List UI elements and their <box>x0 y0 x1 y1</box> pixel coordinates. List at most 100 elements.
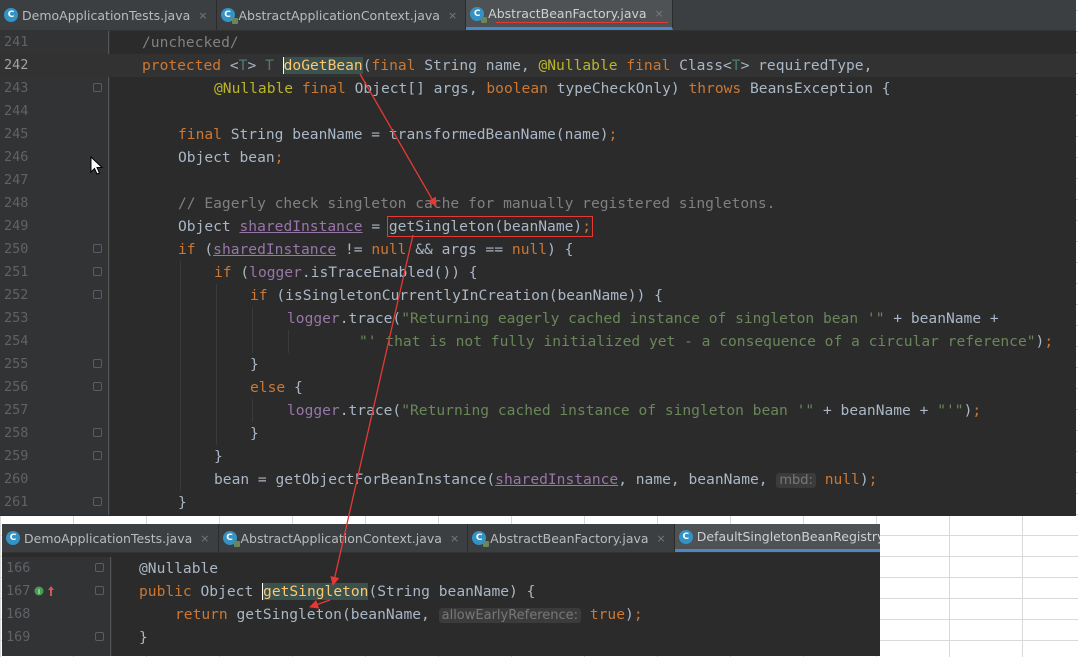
code-text: if (isSingletonCurrentlyInCreation(beanN… <box>250 287 663 304</box>
code-text: } <box>178 494 187 511</box>
line-number: 246 <box>4 149 29 165</box>
line-number: 248 <box>4 195 29 211</box>
line-number: 255 <box>4 356 29 372</box>
line-number: 251 <box>4 264 29 280</box>
code-line-254[interactable]: 254 "' that is not fully initialized yet… <box>0 330 1076 353</box>
code-line-242[interactable]: 242 protected <T> T doGetBean(final Stri… <box>0 54 1076 77</box>
tab-abstract-bean-factory[interactable]: C AbstractBeanFactory.java × <box>468 524 675 552</box>
tab-label: DemoApplicationTests.java <box>22 7 191 23</box>
close-icon[interactable]: × <box>655 7 664 20</box>
tab-label: DemoApplicationTests.java <box>24 530 193 546</box>
tab-abstract-application-context[interactable]: C AbstractApplicationContext.java × <box>219 524 469 552</box>
close-icon[interactable]: × <box>657 532 666 545</box>
code-text: } <box>250 356 259 373</box>
code-line-241[interactable]: 241 /unchecked/ <box>0 31 1076 54</box>
fold-marker-icon[interactable] <box>93 428 102 437</box>
fold-marker-icon[interactable] <box>93 83 102 92</box>
editor-abstract-bean-factory: C DemoApplicationTests.java × C Abstract… <box>0 0 1076 516</box>
code-text: else { <box>250 379 303 396</box>
code-line-248[interactable]: 248 // Eagerly check singleton cache for… <box>0 192 1076 215</box>
code-line-252[interactable]: 252 if (isSingletonCurrentlyInCreation(b… <box>0 284 1076 307</box>
code-line-261[interactable]: 261 } <box>0 491 1076 514</box>
fold-marker-icon[interactable] <box>93 382 102 391</box>
code-text: final String beanName = transformedBeanN… <box>178 126 618 143</box>
close-icon[interactable]: × <box>450 532 459 545</box>
close-icon[interactable]: × <box>198 9 207 22</box>
fold-marker-icon[interactable] <box>95 632 104 641</box>
fold-marker-icon[interactable] <box>95 563 104 572</box>
line-number: 242 <box>4 57 29 73</box>
code-text: } <box>139 629 148 646</box>
editor-tab-bar: C DemoApplicationTests.java × C Abstract… <box>0 0 1076 31</box>
code-text: protected <T> T doGetBean(final String n… <box>142 57 873 74</box>
tab-label: DefaultSingletonBeanRegistry.java <box>696 529 880 544</box>
fold-marker-icon[interactable] <box>93 451 102 460</box>
code-line-169[interactable]: 169 } <box>2 626 880 649</box>
code-line-256[interactable]: 256 else { <box>0 376 1076 399</box>
red-underline-annotation <box>496 22 668 23</box>
code-line-259[interactable]: 259 } <box>0 445 1076 468</box>
abstract-class-icon: C <box>222 531 240 547</box>
tab-label: AbstractApplicationContext.java <box>240 530 442 546</box>
code-line-253[interactable]: 253 logger.trace("Returning eagerly cach… <box>0 307 1076 330</box>
class-file-icon: C <box>6 531 20 545</box>
line-number: 245 <box>4 126 29 142</box>
code-line-246[interactable]: 246 Object bean; <box>0 146 1076 169</box>
fold-marker-icon[interactable] <box>93 290 102 299</box>
fold-marker-icon[interactable] <box>93 359 102 368</box>
code-line-258[interactable]: 258 } <box>0 422 1076 445</box>
line-number: 168 <box>6 606 31 622</box>
fold-marker-icon[interactable] <box>93 497 102 506</box>
line-number: 260 <box>4 471 29 487</box>
fold-marker-icon[interactable] <box>93 244 102 253</box>
tab-default-singleton-bean-registry[interactable]: C DefaultSingletonBeanRegistry.java × <box>674 524 880 552</box>
code-text: logger.trace("Returning eagerly cached i… <box>287 310 999 327</box>
code-text: @Nullable final Object[] args, boolean t… <box>214 80 891 97</box>
tab-demo-application-tests[interactable]: C DemoApplicationTests.java × <box>2 524 219 552</box>
line-number: 253 <box>4 310 29 326</box>
line-number: 244 <box>4 103 29 119</box>
class-file-icon: C <box>678 529 693 544</box>
code-text: if (sharedInstance != null && args == nu… <box>178 241 574 258</box>
code-line-255[interactable]: 255 } <box>0 353 1076 376</box>
code-text: } <box>214 448 223 465</box>
fold-marker-icon[interactable] <box>95 586 104 595</box>
parameter-hint: mbd: <box>776 473 816 488</box>
tab-label: AbstractBeanFactory.java <box>488 6 647 21</box>
tab-demo-application-tests[interactable]: C DemoApplicationTests.java × <box>0 0 217 30</box>
code-line-167[interactable]: 167 I public Object getSingleton(String … <box>2 580 880 603</box>
arrow-up-icon[interactable] <box>47 585 55 597</box>
code-line-250[interactable]: 250 if (sharedInstance != null && args =… <box>0 238 1076 261</box>
close-icon[interactable]: × <box>448 9 457 22</box>
close-icon[interactable]: × <box>200 532 209 545</box>
abstract-class-icon: C <box>470 6 488 23</box>
code-line-249[interactable]: 249 Object sharedInstance = getSingleton… <box>0 215 1076 238</box>
code-text: @Nullable <box>139 560 219 577</box>
editor-tab-bar: C DemoApplicationTests.java × C Abstract… <box>2 524 880 553</box>
code-line-260[interactable]: 260 bean = getObjectForBeanInstance(shar… <box>0 468 1076 491</box>
code-line-247[interactable]: 247 <box>0 169 1076 192</box>
code-line-166[interactable]: 166 @Nullable <box>2 557 880 580</box>
fold-marker-icon[interactable] <box>93 267 102 276</box>
override-gutter-icon[interactable]: I <box>34 585 46 597</box>
line-number: 256 <box>4 379 29 395</box>
tab-abstract-application-context[interactable]: C AbstractApplicationContext.java × <box>217 0 467 30</box>
code-line-243[interactable]: 243 @Nullable final Object[] args, boole… <box>0 77 1076 100</box>
parameter-hint: allowEarlyReference: <box>438 608 582 623</box>
tab-label: AbstractApplicationContext.java <box>238 7 440 23</box>
code-area[interactable]: 166 @Nullable 167 I public Object getSin… <box>2 557 880 656</box>
svg-text:I: I <box>38 588 40 596</box>
line-number: 250 <box>4 241 29 257</box>
code-text: Object sharedInstance = getSingleton(bea… <box>178 216 593 237</box>
line-number: 243 <box>4 80 29 96</box>
mouse-cursor-icon <box>90 156 104 175</box>
code-area[interactable]: 241 /unchecked/ 242 protected <T> T doGe… <box>0 31 1076 515</box>
code-line-245[interactable]: 245 final String beanName = transformedB… <box>0 123 1076 146</box>
code-line-168[interactable]: 168 return getSingleton(beanName, allowE… <box>2 603 880 626</box>
code-line-251[interactable]: 251 if (logger.isTraceEnabled()) { <box>0 261 1076 284</box>
line-number: 252 <box>4 287 29 303</box>
tab-abstract-bean-factory[interactable]: C AbstractBeanFactory.java × <box>466 0 673 30</box>
code-line-244[interactable]: 244 <box>0 100 1076 123</box>
code-text: "' that is not fully initialized yet - a… <box>359 333 1054 350</box>
code-line-257[interactable]: 257 logger.trace("Returning cached insta… <box>0 399 1076 422</box>
